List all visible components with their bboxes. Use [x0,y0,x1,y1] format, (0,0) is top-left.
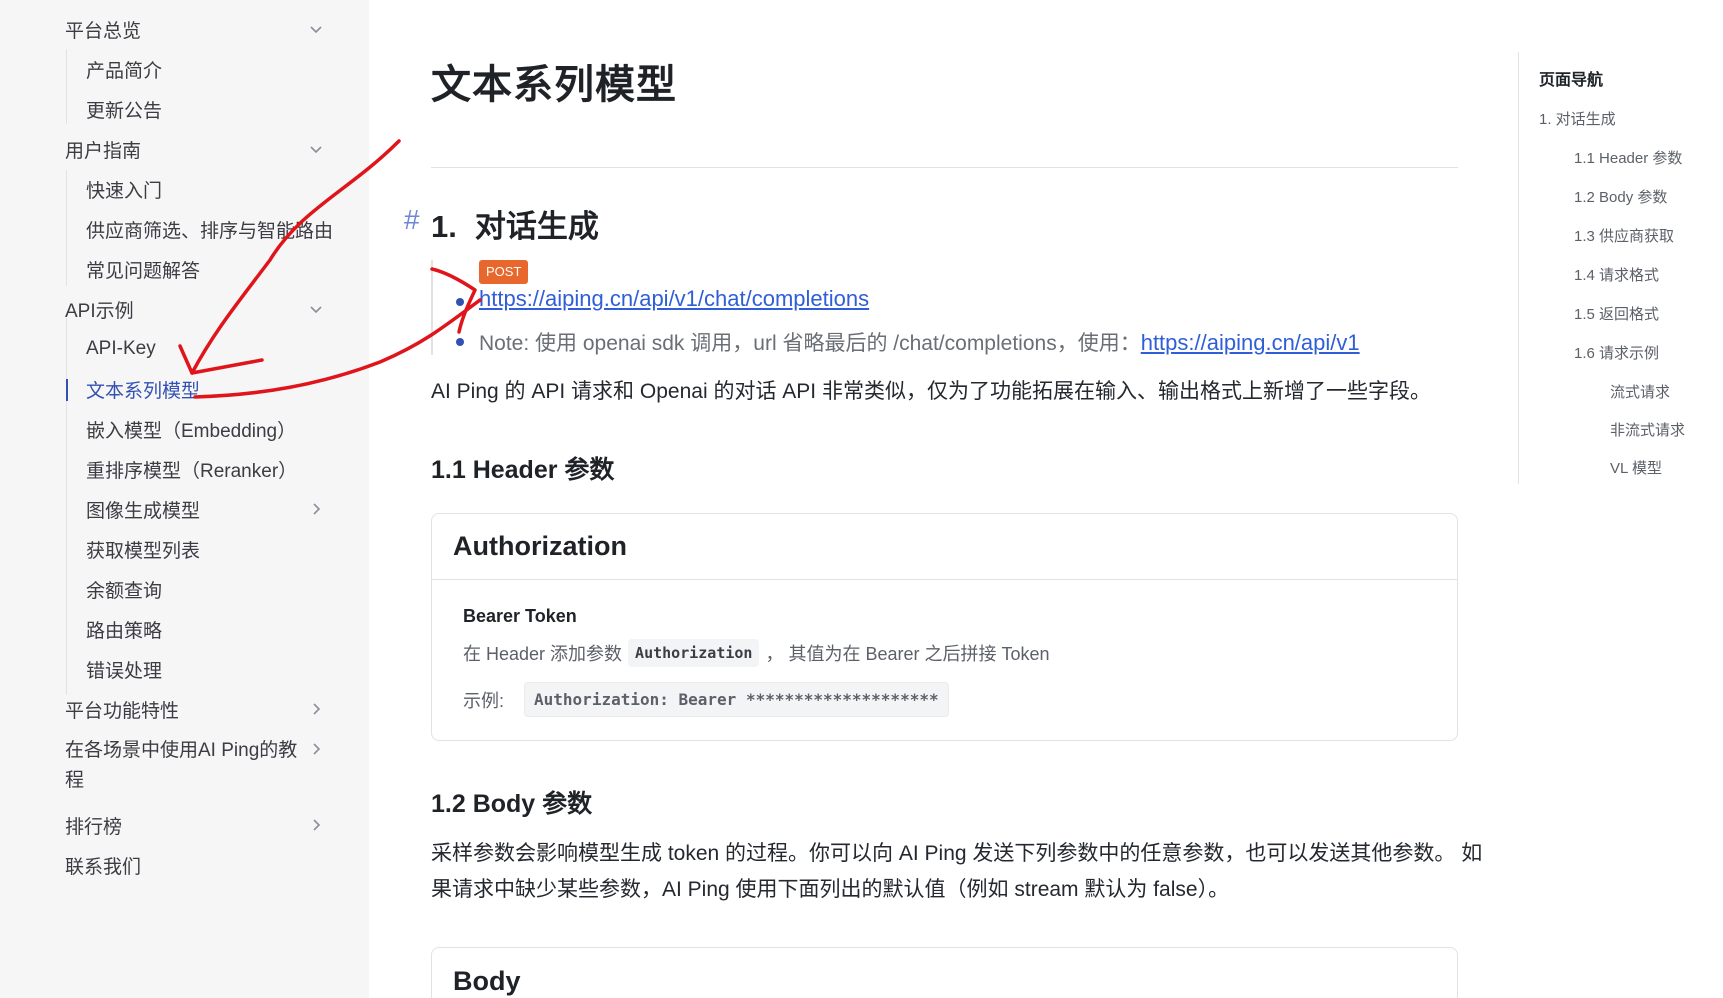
blockquote-bar [431,260,433,355]
sidebar-item-product-intro[interactable]: 产品简介 [0,49,369,89]
sidebar-item-label: 用户指南 [65,140,142,162]
sidebar-item-faq[interactable]: 常见问题解答 [0,249,369,289]
outline-item[interactable]: 1.4 请求格式 [1574,264,1659,285]
list-bullet [456,298,464,306]
title-divider [431,167,1458,168]
sidebar-item-image-generation[interactable]: 图像生成模型 [0,489,369,529]
authorization-card: Authorization Bearer Token 在 Header 添加参数… [431,513,1458,741]
page-outline: 页面导航 1. 对话生成 1.1 Header 参数 1.2 Body 参数 1… [1518,52,1723,484]
sidebar-item-changelog[interactable]: 更新公告 [0,89,369,129]
sidebar-item-label: 平台功能特性 [65,700,180,722]
sidebar-item-provider-routing[interactable]: 供应商筛选、排序与智能路由 [0,209,369,249]
outline-item[interactable]: 1.3 供应商获取 [1574,225,1674,246]
body-paragraph: 采样参数会影响模型生成 token 的过程。你可以向 AI Ping 发送下列参… [431,842,1483,865]
sidebar-item-routing-strategy[interactable]: 路由策略 [0,609,369,649]
outline-item[interactable]: 流式请求 [1610,381,1670,402]
chevron-down-icon[interactable] [306,19,326,39]
sidebar-item-user-guide[interactable]: 用户指南 [0,129,369,169]
sidebar-item-leaderboard[interactable]: 排行榜 [0,805,369,845]
sidebar-item-model-list[interactable]: 获取模型列表 [0,529,369,569]
sidebar-item-label: 排行榜 [65,816,123,838]
page-title: 文本系列模型 [431,63,677,107]
base-url-link[interactable]: https://aiping.cn/api/v1 [1141,330,1360,355]
sidebar-item-platform-features[interactable]: 平台功能特性 [0,689,369,729]
list-bullet [456,338,464,346]
sidebar-item-label: 更新公告 [86,100,163,122]
sidebar-item-label: 常见问题解答 [86,260,201,282]
sidebar-item-label: 平台总览 [65,20,142,42]
sidebar-item-api-examples[interactable]: API示例 [0,289,369,329]
description-text: ， 其值为在 Bearer 之后拼接 Token [765,644,1050,664]
outline-title: 页面导航 [1539,72,1604,89]
sidebar-item-label-line2: 程 [65,770,85,791]
sidebar-item-label: 快速入门 [86,180,163,202]
sidebar-item-quick-start[interactable]: 快速入门 [0,169,369,209]
sidebar-item-label: API示例 [65,300,134,322]
sidebar-item-contact[interactable]: 联系我们 [0,845,369,885]
section-heading-body-params: 1.2 Body 参数 [431,790,593,818]
sidebar-item-label: 获取模型列表 [86,540,201,562]
intro-paragraph: AI Ping 的 API 请求和 Openai 的对话 API 非常类似，仅为… [431,380,1431,403]
endpoint-link[interactable]: https://aiping.cn/api/v1/chat/completion… [479,286,869,312]
sidebar-item-label: 余额查询 [86,580,163,602]
body-card: Body [431,947,1458,998]
sidebar-item-reranker[interactable]: 重排序模型（Reranker） [0,449,369,489]
section-heading-chat: 1. 对话生成 [431,201,599,246]
chevron-down-icon[interactable] [306,139,326,159]
outline-item[interactable]: 非流式请求 [1610,419,1685,440]
note-text: Note: 使用 openai sdk 调用，url 省略最后的 /chat/c… [479,332,1141,355]
sidebar-item-label: 图像生成模型 [86,500,201,522]
bearer-token-label: Bearer Token [463,606,577,626]
sidebar-item-label: 路由策略 [86,620,163,642]
sidebar-item-text-models[interactable]: 文本系列模型 [0,369,369,409]
section-title: 对话生成 [474,209,599,244]
header-description: 在 Header 添加参数 Authorization ， 其值为在 Beare… [463,639,1050,667]
outline-item[interactable]: 1.2 Body 参数 [1574,186,1667,207]
section-number: 1. [431,209,457,244]
example-row: 示例: Authorization: Bearer **************… [463,682,949,717]
description-text: 在 Header 添加参数 [463,644,623,664]
body-paragraph: 果请求中缺少某些参数，AI Ping 使用下面列出的默认值（例如 stream … [431,878,1230,901]
outline-item[interactable]: VL 模型 [1610,457,1662,478]
sidebar-item-label: 重排序模型（Reranker） [86,460,298,482]
sidebar-item-label: 在各场景中使用AI Ping的教 [65,740,298,761]
outline-item[interactable]: 1.6 请求示例 [1574,342,1659,363]
sidebar-item-tutorials[interactable]: 在各场景中使用AI Ping的教 程 [0,729,369,801]
section-heading-header-params: 1.1 Header 参数 [431,456,615,484]
outline-item[interactable]: 1.1 Header 参数 [1574,147,1682,168]
authorization-code: Authorization [628,639,760,667]
sidebar-item-label: 产品简介 [86,60,163,82]
outline-item[interactable]: 1.5 返回格式 [1574,303,1659,324]
sidebar-item-label: 联系我们 [65,856,142,878]
sidebar-item-error-handling[interactable]: 错误处理 [0,649,369,689]
sidebar-item-platform-overview[interactable]: 平台总览 [0,9,369,49]
annotation-arrow-pointer [430,267,477,334]
heading-anchor-link[interactable]: # [404,204,420,236]
sidebar-item-embedding[interactable]: 嵌入模型（Embedding） [0,409,369,449]
outline-item[interactable]: 1. 对话生成 [1539,108,1616,129]
chevron-down-icon[interactable] [306,299,326,319]
sdk-note: Note: 使用 openai sdk 调用，url 省略最后的 /chat/c… [479,327,1360,357]
sidebar: 平台总览 产品简介 更新公告 用户指南 快速入门 供应商筛选、排序与智能路由 常… [0,0,369,998]
sidebar-item-balance[interactable]: 余额查询 [0,569,369,609]
chevron-right-icon[interactable] [306,739,326,759]
sidebar-item-label: 供应商筛选、排序与智能路由 [86,220,334,242]
card-title: Body [453,965,521,996]
card-title: Authorization [432,514,1457,580]
chevron-right-icon[interactable] [306,815,326,835]
sidebar-item-label: 错误处理 [86,660,163,682]
example-label: 示例: [463,690,505,711]
sidebar-item-label: 文本系列模型 [86,380,201,402]
chevron-right-icon[interactable] [306,499,326,519]
example-code: Authorization: Bearer ******************… [524,682,949,717]
http-method-badge: POST [479,260,529,284]
sidebar-item-label: 嵌入模型（Embedding） [86,420,297,442]
sidebar-item-api-key[interactable]: API-Key [0,329,369,369]
sidebar-item-label: API-Key [86,338,156,359]
chevron-right-icon[interactable] [306,699,326,719]
